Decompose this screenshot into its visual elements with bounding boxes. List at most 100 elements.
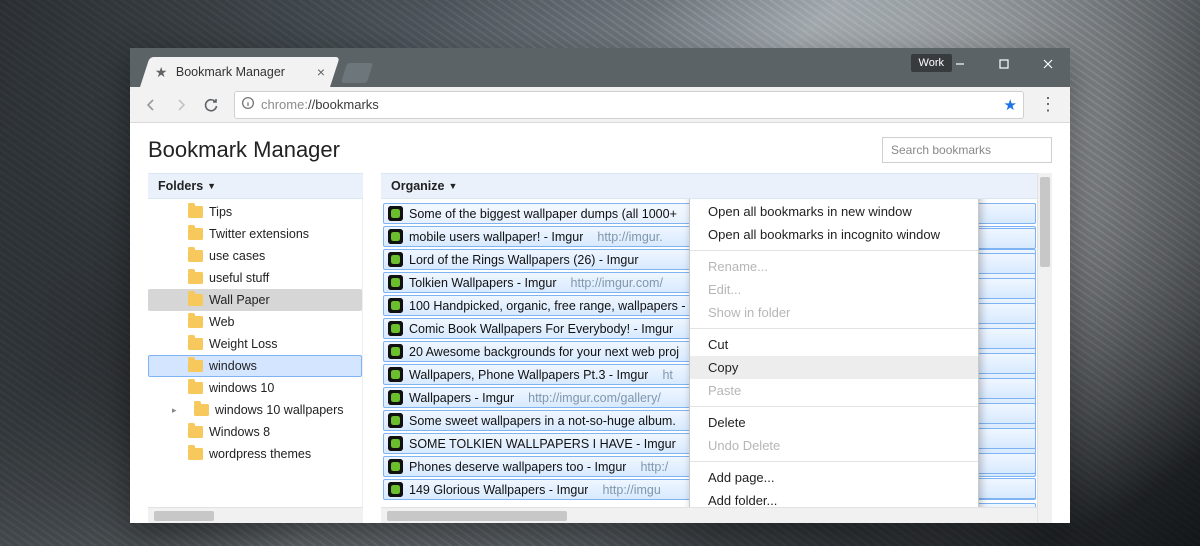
horizontal-scrollbar[interactable] — [381, 507, 1052, 523]
context-menu-separator — [690, 328, 978, 329]
folder-label: Twitter extensions — [209, 227, 309, 241]
context-menu-item[interactable]: Add page... — [690, 466, 978, 489]
context-menu-item[interactable]: Cut — [690, 333, 978, 356]
folder-icon — [188, 228, 203, 240]
folder-label: use cases — [209, 249, 265, 263]
bookmark-title: Some sweet wallpapers in a not-so-huge a… — [409, 414, 676, 428]
horizontal-scrollbar[interactable] — [148, 507, 363, 523]
bookmark-title: Phones deserve wallpapers too - Imgur — [409, 460, 626, 474]
close-tab-icon[interactable]: × — [317, 65, 325, 79]
folders-column: Folders ▼ Tips Twitter extensions use case… — [148, 173, 363, 523]
folder-row[interactable]: use cases — [148, 245, 362, 267]
content-area: Folders ▼ Tips Twitter extensions use case… — [130, 173, 1070, 523]
folders-list[interactable]: Tips Twitter extensions use cases useful st… — [148, 199, 363, 507]
folder-label: windows 10 — [209, 381, 274, 395]
context-menu-item[interactable]: Add folder... — [690, 489, 978, 507]
folder-icon — [188, 294, 203, 306]
context-menu-separator — [690, 461, 978, 462]
favicon-icon — [388, 206, 403, 221]
search-input[interactable] — [882, 137, 1052, 163]
folder-row[interactable]: ▸ windows 10 wallpapers — [148, 399, 362, 421]
context-menu-item[interactable]: Copy — [690, 356, 978, 379]
bookmark-title: 149 Glorious Wallpapers - Imgur — [409, 483, 588, 497]
folder-row[interactable]: Twitter extensions — [148, 223, 362, 245]
folder-label: Tips — [209, 205, 232, 219]
scrollbar-thumb[interactable] — [154, 511, 214, 521]
maximize-button[interactable] — [982, 48, 1026, 80]
titlebar: ★ Bookmark Manager × Work — [130, 48, 1070, 87]
context-menu[interactable]: Open all bookmarksOpen all bookmarks in … — [689, 199, 979, 507]
browser-toolbar: chrome://bookmarks ★ ⋮ — [130, 87, 1070, 123]
folder-label: useful stuff — [209, 271, 269, 285]
bookmark-title: Lord of the Rings Wallpapers (26) - Imgu… — [409, 253, 639, 267]
favicon-icon — [388, 275, 403, 290]
forward-button[interactable] — [168, 92, 194, 118]
close-window-button[interactable] — [1026, 48, 1070, 80]
bookmark-url: http://imgu — [602, 483, 660, 497]
url-path: //bookmarks — [308, 97, 379, 112]
organize-header-label: Organize — [391, 179, 445, 193]
browser-menu-button[interactable]: ⋮ — [1034, 94, 1062, 115]
bookmarks-list[interactable]: Some of the biggest wallpaper dumps (all… — [381, 199, 1052, 507]
folder-label: windows 10 wallpapers — [215, 403, 344, 417]
folder-row[interactable]: Tips — [148, 201, 362, 223]
browser-window: ★ Bookmark Manager × Work — [130, 48, 1070, 523]
bookmark-title: mobile users wallpaper! - Imgur — [409, 230, 583, 244]
bookmark-url: http://imgur.com/gallery/ — [528, 391, 661, 405]
minimize-button[interactable] — [938, 48, 982, 80]
expander-icon[interactable]: ▸ — [172, 405, 182, 416]
folder-row[interactable]: windows — [148, 355, 362, 377]
favicon-icon — [388, 482, 403, 497]
folder-row[interactable]: Web — [148, 311, 362, 333]
context-menu-item: Rename... — [690, 255, 978, 278]
favicon-icon — [388, 252, 403, 267]
folder-label: windows — [209, 359, 257, 373]
bookmark-title: Comic Book Wallpapers For Everybody! - I… — [409, 322, 673, 336]
favicon-icon — [388, 436, 403, 451]
favicon-icon — [388, 413, 403, 428]
browser-tab[interactable]: ★ Bookmark Manager × — [140, 57, 340, 87]
folder-row[interactable]: Weight Loss — [148, 333, 362, 355]
site-info-icon[interactable] — [241, 96, 255, 113]
page-title: Bookmark Manager — [148, 137, 340, 163]
bookmark-title: SOME TOLKIEN WALLPAPERS I HAVE - Imgur — [409, 437, 676, 451]
folder-icon — [188, 206, 203, 218]
context-menu-separator — [690, 406, 978, 407]
new-tab-button[interactable] — [341, 63, 373, 83]
context-menu-item[interactable]: Delete — [690, 411, 978, 434]
organize-header[interactable]: Organize ▼ — [381, 173, 1052, 199]
bookmark-title: 20 Awesome backgrounds for your next web… — [409, 345, 679, 359]
address-bar[interactable]: chrome://bookmarks ★ — [234, 91, 1024, 119]
favicon-icon — [388, 321, 403, 336]
folders-header[interactable]: Folders ▼ — [148, 173, 363, 199]
context-menu-item: Undo Delete — [690, 434, 978, 457]
folder-row[interactable]: useful stuff — [148, 267, 362, 289]
folder-label: Weight Loss — [209, 337, 278, 351]
folder-label: wordpress themes — [209, 447, 311, 461]
bookmark-title: Wallpapers, Phone Wallpapers Pt.3 - Imgu… — [409, 368, 648, 382]
scrollbar-thumb[interactable] — [1040, 177, 1050, 267]
folder-label: Windows 8 — [209, 425, 270, 439]
bookmark-star-icon[interactable]: ★ — [1004, 96, 1017, 114]
context-menu-item[interactable]: Open all bookmarks in new window — [690, 200, 978, 223]
url-text: chrome://bookmarks — [261, 97, 998, 112]
context-menu-item: Show in folder — [690, 301, 978, 324]
folder-row[interactable]: wordpress themes — [148, 443, 362, 465]
folder-icon — [188, 382, 203, 394]
reload-button[interactable] — [198, 92, 224, 118]
scrollbar-thumb[interactable] — [387, 511, 567, 521]
organize-column: Organize ▼ Some of the biggest wallpaper… — [381, 173, 1052, 523]
back-button[interactable] — [138, 92, 164, 118]
folder-row[interactable]: windows 10 — [148, 377, 362, 399]
folder-row[interactable]: Windows 8 — [148, 421, 362, 443]
favicon-icon — [388, 459, 403, 474]
favicon-icon — [388, 344, 403, 359]
folder-icon — [194, 404, 209, 416]
folder-row[interactable]: Wall Paper — [148, 289, 362, 311]
folder-icon — [188, 338, 203, 350]
vertical-scrollbar[interactable] — [1037, 173, 1052, 523]
context-menu-item[interactable]: Open all bookmarks in incognito window — [690, 223, 978, 246]
bookmark-title: Wallpapers - Imgur — [409, 391, 514, 405]
folder-icon — [188, 272, 203, 284]
bookmark-url: http://imgur. — [597, 230, 662, 244]
